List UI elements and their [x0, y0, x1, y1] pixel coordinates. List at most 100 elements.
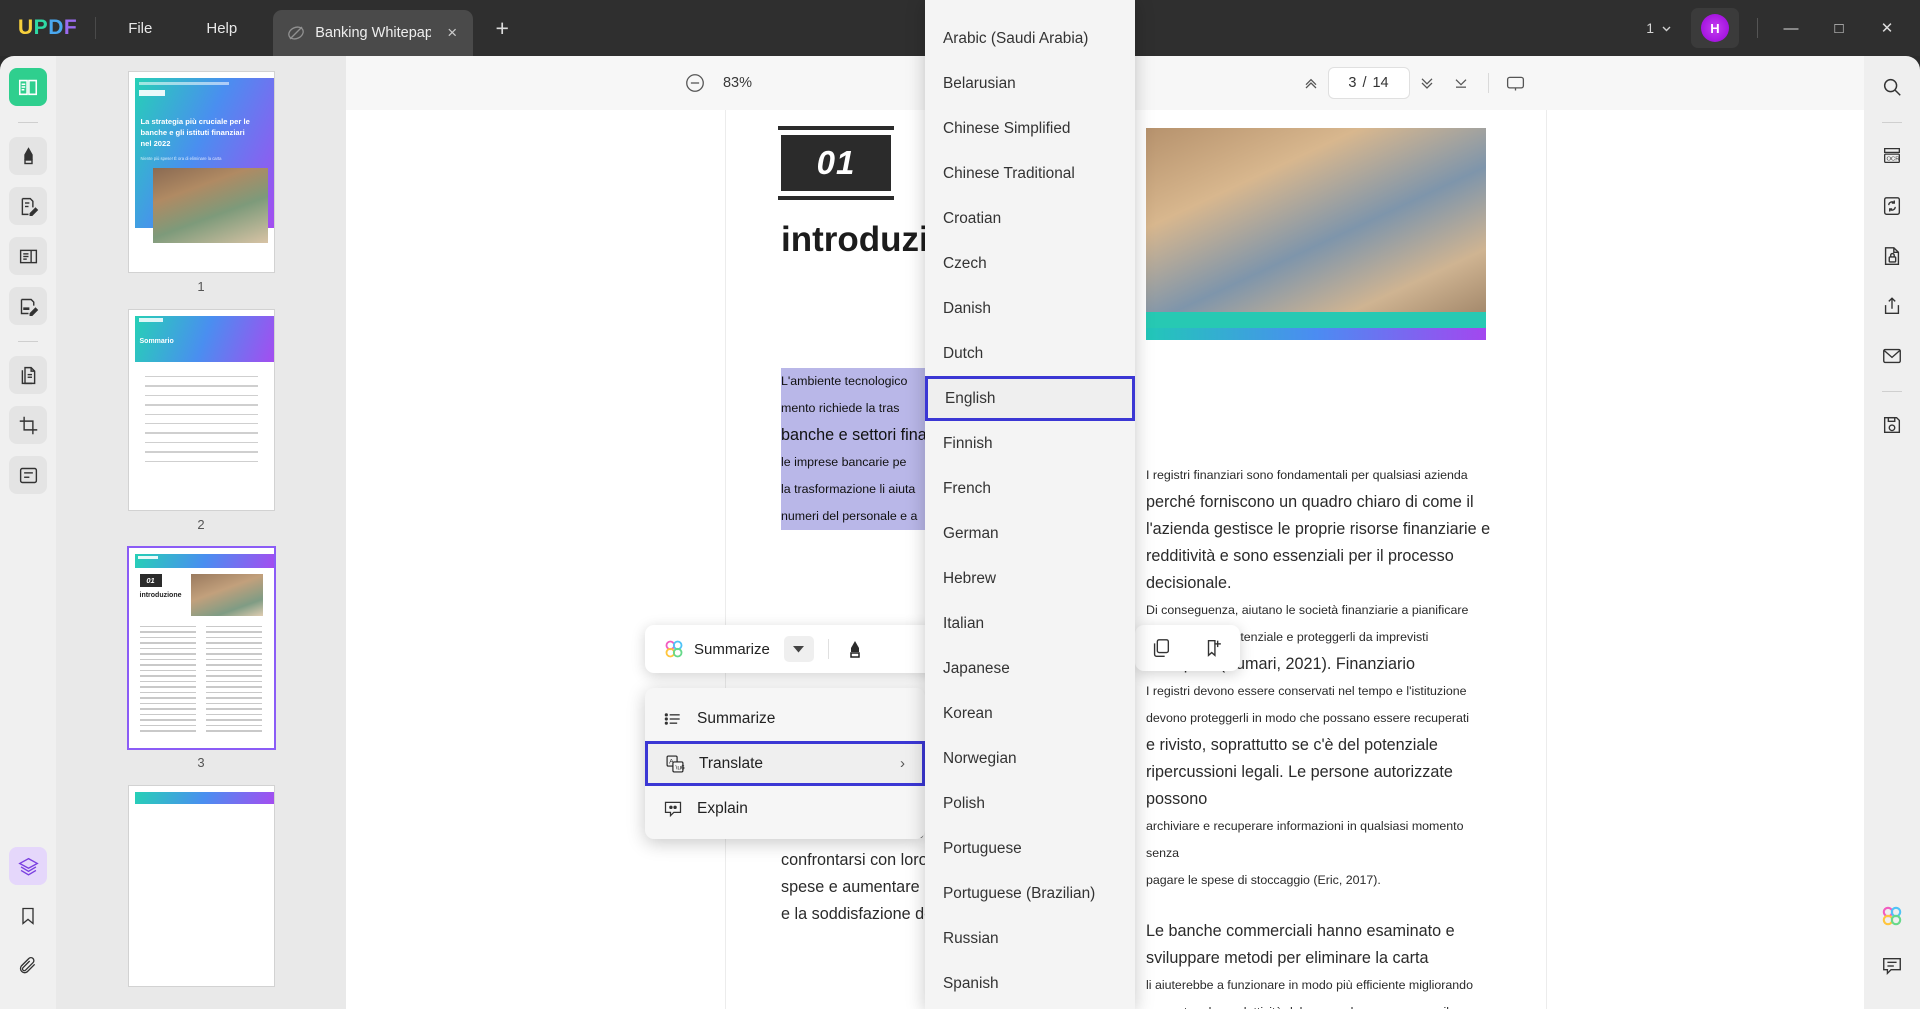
- lang-option-german[interactable]: German: [925, 511, 1135, 556]
- search-icon[interactable]: [1873, 68, 1911, 106]
- rail-divider: [18, 122, 38, 123]
- lang-option-korean[interactable]: Korean: [925, 691, 1135, 736]
- thumb3-photo: [191, 574, 263, 616]
- lang-option-italian[interactable]: Italian: [925, 601, 1135, 646]
- copy-icon[interactable]: [1150, 637, 1172, 659]
- lang-option-norwegian[interactable]: Norwegian: [925, 736, 1135, 781]
- lang-option-finnish[interactable]: Finnish: [925, 421, 1135, 466]
- doc-line: archiviare e recuperare informazioni in …: [1146, 813, 1491, 867]
- thumb1-topbar: [139, 82, 229, 85]
- thumbnail-page-4[interactable]: [129, 786, 274, 986]
- doc-line: pagare le spese di stoccaggio (Eric, 201…: [1146, 867, 1491, 894]
- close-window-button[interactable]: ✕: [1864, 9, 1910, 47]
- view-mode-icon[interactable]: [1499, 66, 1533, 100]
- doc-line: e rivisto, soprattutto se c'è del potenz…: [1146, 732, 1491, 759]
- close-tab-icon[interactable]: ×: [441, 23, 463, 43]
- lang-option-arabic[interactable]: Arabic (Saudi Arabia): [925, 16, 1135, 61]
- sidebar-highlighter-icon[interactable]: [9, 137, 47, 175]
- doc-line: I registri devono essere conservati nel …: [1146, 678, 1491, 705]
- thumbnail-number: 2: [197, 517, 204, 532]
- share-icon[interactable]: [1873, 287, 1911, 325]
- logo-letter-p: P: [34, 16, 49, 40]
- ai-assistant-icon[interactable]: [1873, 897, 1911, 935]
- thumb3-heading: introduzione: [140, 592, 182, 599]
- sidebar-bookmark-icon[interactable]: [9, 897, 47, 935]
- lang-option-belarusian[interactable]: Belarusian: [925, 61, 1135, 106]
- account-button[interactable]: H: [1691, 8, 1739, 48]
- comment-icon[interactable]: [1873, 947, 1911, 985]
- thumbnail-item[interactable]: Sommario 2: [56, 310, 346, 532]
- lang-option-chinese-traditional[interactable]: Chinese Traditional: [925, 151, 1135, 196]
- thumbnail-page-2[interactable]: Sommario: [129, 310, 274, 510]
- lang-option-spanish[interactable]: Spanish: [925, 961, 1135, 1006]
- thumb3-section-badge: 01: [140, 574, 162, 587]
- document-tab[interactable]: Banking Whitepaper ×: [273, 10, 473, 56]
- sidebar-reader-icon[interactable]: [9, 68, 47, 106]
- thumb1-logo: [139, 90, 165, 96]
- chevron-down-icon[interactable]: [784, 636, 814, 662]
- thumbnail-page-1[interactable]: La strategia più cruciale per le banche …: [129, 72, 274, 272]
- sidebar-edit-text-icon[interactable]: [9, 287, 47, 325]
- thumbnail-item[interactable]: La strategia più cruciale per le banche …: [56, 72, 346, 294]
- protect-icon[interactable]: [1873, 237, 1911, 275]
- page-current: 3: [1348, 75, 1356, 91]
- highlighter-icon[interactable]: [843, 637, 867, 661]
- lang-option-portuguese-brazilian[interactable]: Portuguese (Brazilian): [925, 871, 1135, 916]
- thumbnail-item[interactable]: [56, 786, 346, 986]
- window-count-selector[interactable]: 1: [1638, 14, 1681, 42]
- thumb3-col-right: [206, 626, 262, 736]
- lang-option-chinese-simplified[interactable]: Chinese Simplified: [925, 106, 1135, 151]
- menu-help[interactable]: Help: [192, 14, 251, 43]
- save-icon[interactable]: [1873, 406, 1911, 444]
- email-icon[interactable]: [1873, 337, 1911, 375]
- last-page-icon[interactable]: [1444, 66, 1478, 100]
- translate-language-menu[interactable]: Arabic (Saudi Arabia) Belarusian Chinese…: [925, 0, 1135, 1009]
- thumb3-logo: [138, 556, 158, 559]
- lang-option-french[interactable]: French: [925, 466, 1135, 511]
- thumbnail-item[interactable]: 01 introduzione 3: [56, 548, 346, 770]
- ctx-explain[interactable]: Explain: [645, 786, 925, 831]
- scroll-up-icon[interactable]: [1294, 66, 1328, 100]
- sidebar-edit-pdf-icon[interactable]: [9, 237, 47, 275]
- ctx-translate[interactable]: A \u661f Translate ›: [645, 741, 925, 786]
- sidebar-layers-icon[interactable]: [9, 847, 47, 885]
- zoom-out-icon[interactable]: [678, 66, 712, 100]
- page-thumbnail-panel[interactable]: La strategia più cruciale per le banche …: [56, 56, 346, 1009]
- lang-option-hebrew[interactable]: Hebrew: [925, 556, 1135, 601]
- lang-option-japanese[interactable]: Japanese: [925, 646, 1135, 691]
- lang-option-czech[interactable]: Czech: [925, 241, 1135, 286]
- sidebar-attachment-icon[interactable]: [9, 947, 47, 985]
- ctx-summarize-label: Summarize: [697, 710, 775, 728]
- minimize-button[interactable]: —: [1768, 9, 1814, 47]
- zoom-level-value[interactable]: 83%: [712, 75, 764, 91]
- lang-option-danish[interactable]: Danish: [925, 286, 1135, 331]
- sidebar-organize-pages-icon[interactable]: [9, 356, 47, 394]
- ctx-summarize[interactable]: Summarize: [645, 696, 925, 741]
- page-column-right[interactable]: I registri finanziari sono fondamentali …: [1146, 462, 1491, 1009]
- lang-option-polish[interactable]: Polish: [925, 781, 1135, 826]
- lang-option-dutch[interactable]: Dutch: [925, 331, 1135, 376]
- sidebar-form-icon[interactable]: [9, 456, 47, 494]
- lang-option-russian[interactable]: Russian: [925, 916, 1135, 961]
- doc-line: l'azienda gestisce le proprie risorse fi…: [1146, 516, 1491, 543]
- section-number-badge: 01: [781, 135, 891, 191]
- page-number-input[interactable]: 3 / 14: [1328, 67, 1410, 99]
- maximize-button[interactable]: □: [1816, 9, 1862, 47]
- sidebar-crop-icon[interactable]: [9, 406, 47, 444]
- lang-option-croatian[interactable]: Croatian: [925, 196, 1135, 241]
- thumb2-logo: [139, 318, 163, 322]
- add-bookmark-icon[interactable]: [1203, 637, 1225, 659]
- tab-title: Banking Whitepaper: [315, 25, 431, 41]
- convert-icon[interactable]: [1873, 187, 1911, 225]
- ocr-icon[interactable]: OCR: [1873, 137, 1911, 175]
- lang-option-english[interactable]: English: [925, 376, 1135, 421]
- thumbnail-page-3[interactable]: 01 introduzione: [129, 548, 274, 748]
- scroll-down-icon[interactable]: [1410, 66, 1444, 100]
- menu-file[interactable]: File: [114, 14, 166, 43]
- thumb2-lines: [145, 376, 258, 470]
- new-tab-button[interactable]: +: [489, 15, 515, 42]
- lang-option-portuguese[interactable]: Portuguese: [925, 826, 1135, 871]
- thumbnail-number: 3: [197, 755, 204, 770]
- summarize-button[interactable]: Summarize: [657, 634, 776, 664]
- sidebar-annotate-icon[interactable]: [9, 187, 47, 225]
